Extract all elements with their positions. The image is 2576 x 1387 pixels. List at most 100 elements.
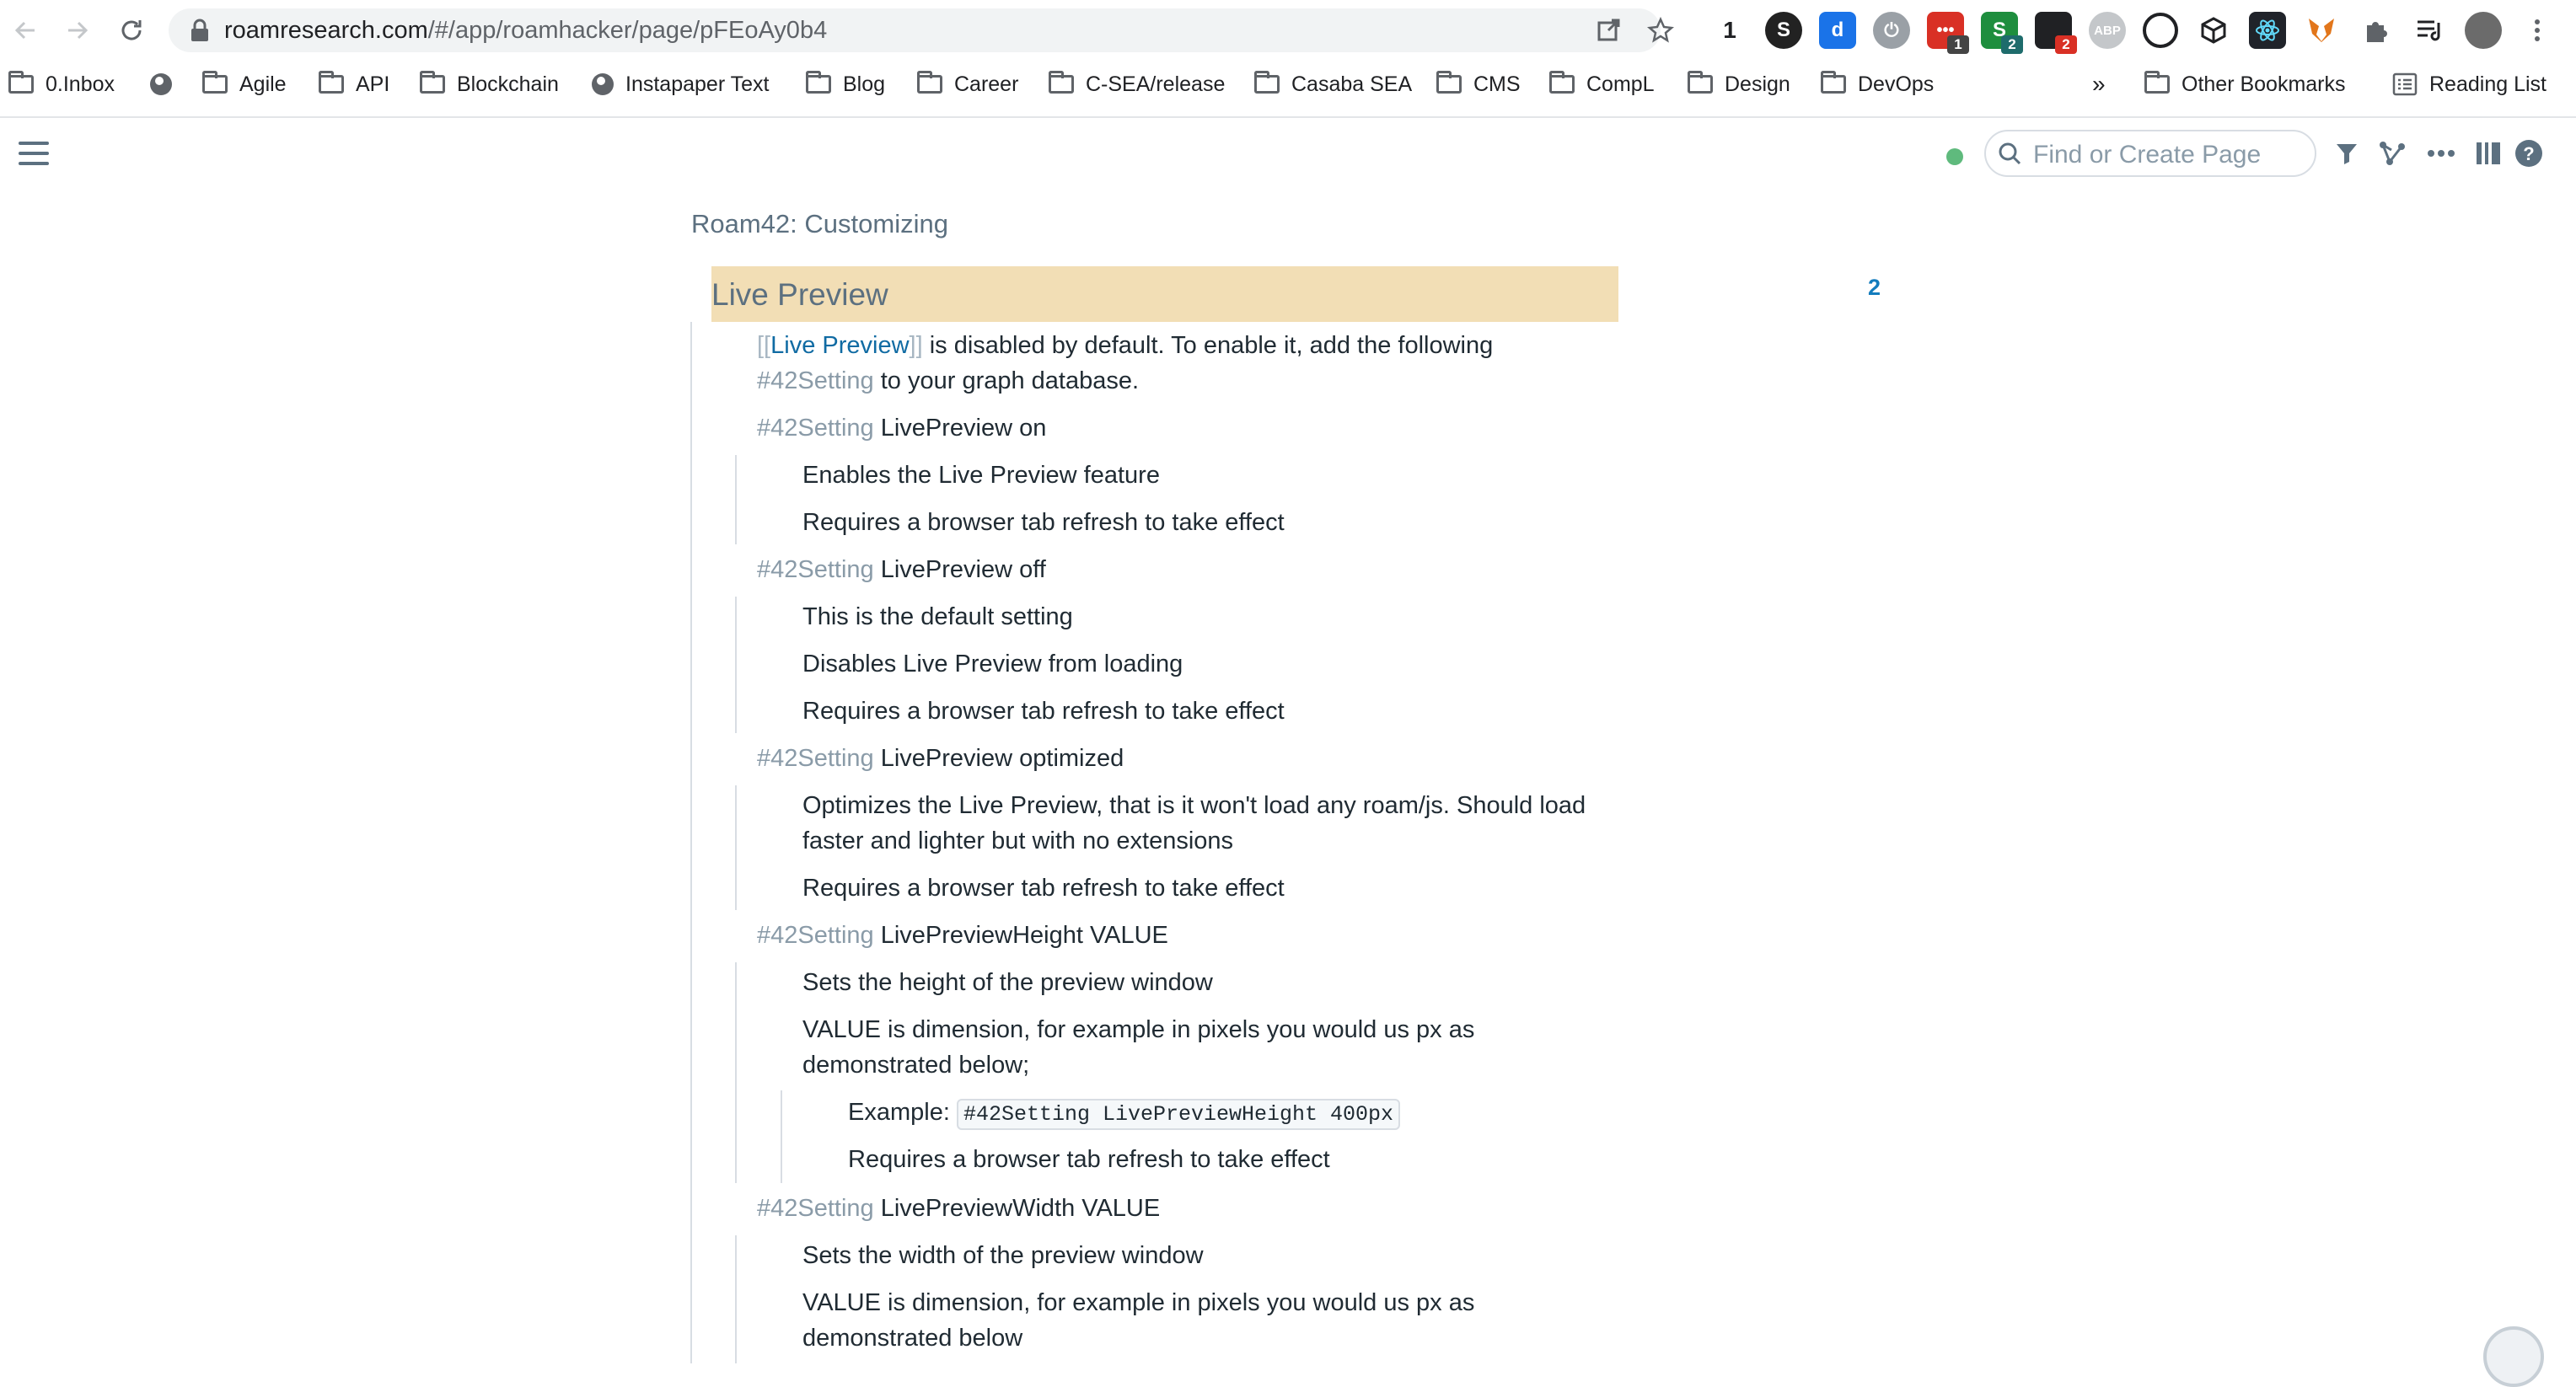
outline-block-intro[interactable]: [[Live Preview]] is disabled by default.… xyxy=(757,328,1493,363)
globe-icon xyxy=(592,73,614,95)
aperture-ext-icon[interactable] xyxy=(2143,13,2178,48)
bookmark-other[interactable]: Other Bookmarks xyxy=(2144,66,2346,103)
search-icon xyxy=(1999,142,2021,165)
setting-tag[interactable]: #42Setting xyxy=(757,556,874,583)
dots-ext-icon[interactable]: ••• 1 xyxy=(1927,12,1969,54)
profile-avatar[interactable] xyxy=(2465,12,2502,49)
page-title[interactable]: Live Preview xyxy=(711,277,888,313)
metamask-fox-icon[interactable] xyxy=(2303,12,2340,49)
d-ext-icon[interactable]: d xyxy=(1819,12,1856,49)
power-ext-icon[interactable]: ⏻ xyxy=(1873,12,1910,49)
reading-list-queue-icon[interactable] xyxy=(2411,12,2448,49)
s-ext-icon[interactable]: S xyxy=(1765,12,1802,49)
bookmark-inbox[interactable]: 0.Inbox xyxy=(8,66,115,103)
outline-block[interactable]: Sets the width of the preview window xyxy=(802,1238,1204,1273)
outline-block-intro-line2[interactable]: #42Setting to your graph database. xyxy=(757,363,1139,399)
bookmark-design[interactable]: Design xyxy=(1688,66,1790,103)
outline-block-line2[interactable]: demonstrated below; xyxy=(802,1047,1029,1083)
setting-tag[interactable]: #42Setting xyxy=(757,745,874,772)
open-external-icon[interactable] xyxy=(1593,15,1623,46)
reading-list-button[interactable]: Reading List xyxy=(2392,66,2546,103)
reading-list-icon xyxy=(2392,72,2418,96)
bookmarks-overflow-button[interactable]: » xyxy=(2092,66,2106,103)
page-reference-link[interactable]: Live Preview xyxy=(770,332,909,359)
filter-icon[interactable] xyxy=(2330,137,2364,170)
bookmark-career[interactable]: Career xyxy=(917,66,1018,103)
setting-tag[interactable]: #42Setting xyxy=(757,367,874,394)
back-arrow-icon[interactable] xyxy=(7,12,44,49)
outline-block-setting-height[interactable]: #42Setting LivePreviewHeight VALUE xyxy=(757,918,1168,953)
extensions-puzzle-icon[interactable] xyxy=(2357,12,2394,49)
outline-block[interactable]: Requires a browser tab refresh to take e… xyxy=(802,870,1285,906)
bookmark-api[interactable]: API xyxy=(319,66,389,103)
sync-status-indicator xyxy=(1946,148,1963,165)
reload-icon[interactable] xyxy=(113,12,150,49)
bookmark-cms[interactable]: CMS xyxy=(1436,66,1521,103)
browser-chrome: roamresearch.com/#/app/roamhacker/page/p… xyxy=(0,0,2576,118)
extensions-toolbar: 1 S d ⏻ ••• 1 S2 2 ABP xyxy=(1711,12,2556,54)
dark-ext-icon[interactable]: 2 xyxy=(2035,12,2077,54)
folder-icon xyxy=(2144,71,2170,94)
bookmark-agile[interactable]: Agile xyxy=(202,66,287,103)
url-text[interactable]: roamresearch.com/#/app/roamhacker/page/p… xyxy=(224,17,827,45)
chat-bubble-icon[interactable] xyxy=(2483,1326,2544,1387)
outline-block-setting-off[interactable]: #42Setting LivePreview off xyxy=(757,552,1046,587)
outline-block-setting-width[interactable]: #42Setting LivePreviewWidth VALUE xyxy=(757,1191,1160,1226)
folder-icon xyxy=(319,71,344,94)
s2-ext-icon[interactable]: S2 xyxy=(1981,12,2023,54)
bookmark-devops[interactable]: DevOps xyxy=(1821,66,1934,103)
find-or-create-search[interactable] xyxy=(1984,130,2316,177)
forward-arrow-icon[interactable] xyxy=(59,12,96,49)
outline-block[interactable]: This is the default setting xyxy=(802,599,1073,635)
bookmark-star-icon[interactable] xyxy=(1645,15,1676,46)
outline-block[interactable]: VALUE is dimension, for example in pixel… xyxy=(802,1285,1474,1320)
page-breadcrumb[interactable]: Roam42: Customizing xyxy=(691,209,948,239)
outline-block-setting-on[interactable]: #42Setting LivePreview on xyxy=(757,410,1046,446)
outline-block[interactable]: Requires a browser tab refresh to take e… xyxy=(802,694,1285,729)
help-icon[interactable]: ? xyxy=(2512,137,2546,170)
outline-block-example[interactable]: Example: #42Setting LivePreviewHeight 40… xyxy=(848,1095,1401,1133)
outline-guide-livepreview-optimized xyxy=(735,785,737,910)
address-bar[interactable]: roamresearch.com/#/app/roamhacker/page/p… xyxy=(169,8,1674,52)
folder-icon xyxy=(202,71,228,94)
inline-code: #42Setting LivePreviewHeight 400px xyxy=(956,1099,1401,1130)
bookmark-casaba-sea[interactable]: Casaba SEA xyxy=(1254,66,1412,103)
bookmark-compl[interactable]: CompL xyxy=(1549,66,1655,103)
setting-tag[interactable]: #42Setting xyxy=(757,1195,874,1222)
bookmark-c-sea-release[interactable]: C-SEA/release xyxy=(1049,66,1225,103)
outline-block[interactable]: Disables Live Preview from loading xyxy=(802,646,1183,682)
outline-block-setting-optimized[interactable]: #42Setting LivePreview optimized xyxy=(757,741,1124,776)
bookmark-blockchain[interactable]: Blockchain xyxy=(420,66,559,103)
bookmark-blog[interactable]: Blog xyxy=(806,66,885,103)
outline-guide-level0 xyxy=(690,322,692,1363)
outline-block[interactable]: VALUE is dimension, for example in pixel… xyxy=(802,1012,1474,1047)
folder-icon xyxy=(917,71,942,94)
folder-icon xyxy=(420,71,445,94)
page-title-highlight: Live Preview xyxy=(711,266,1618,322)
setting-tag[interactable]: #42Setting xyxy=(757,415,874,442)
search-input[interactable] xyxy=(2031,138,2305,172)
setting-tag[interactable]: #42Setting xyxy=(757,922,874,949)
graph-overview-icon[interactable] xyxy=(2375,137,2409,170)
outline-block[interactable]: Optimizes the Live Preview, that is it w… xyxy=(802,788,1586,823)
outline-block[interactable]: Requires a browser tab refresh to take e… xyxy=(848,1142,1330,1177)
outline-block-line2[interactable]: faster and lighter but with no extension… xyxy=(802,823,1233,859)
chrome-menu-icon[interactable] xyxy=(2519,12,2556,49)
roam-topbar: ? xyxy=(0,118,2576,190)
outline-block[interactable]: Requires a browser tab refresh to take e… xyxy=(802,505,1285,540)
bookmark-instapaper-text[interactable]: Instapaper Text xyxy=(592,66,769,103)
outline-block[interactable]: Sets the height of the preview window xyxy=(802,965,1213,1000)
right-sidebar-icon[interactable] xyxy=(2471,137,2505,170)
react-devtools-icon[interactable] xyxy=(2249,12,2286,49)
box-ext-icon[interactable] xyxy=(2195,12,2232,49)
outline-block-line2[interactable]: demonstrated below xyxy=(802,1320,1022,1356)
adblock-plus-icon[interactable]: ABP xyxy=(2089,12,2126,49)
1password-ext-icon[interactable]: 1 xyxy=(1711,12,1748,49)
linked-references-count[interactable]: 2 xyxy=(1868,275,1881,301)
bookmark-globe[interactable] xyxy=(150,66,184,103)
globe-icon xyxy=(150,73,172,95)
outline-block[interactable]: Enables the Live Preview feature xyxy=(802,458,1160,493)
power-glyph: ⏻ xyxy=(1884,19,1899,40)
more-options-icon[interactable] xyxy=(2424,137,2458,170)
hamburger-menu-icon[interactable] xyxy=(19,142,49,167)
